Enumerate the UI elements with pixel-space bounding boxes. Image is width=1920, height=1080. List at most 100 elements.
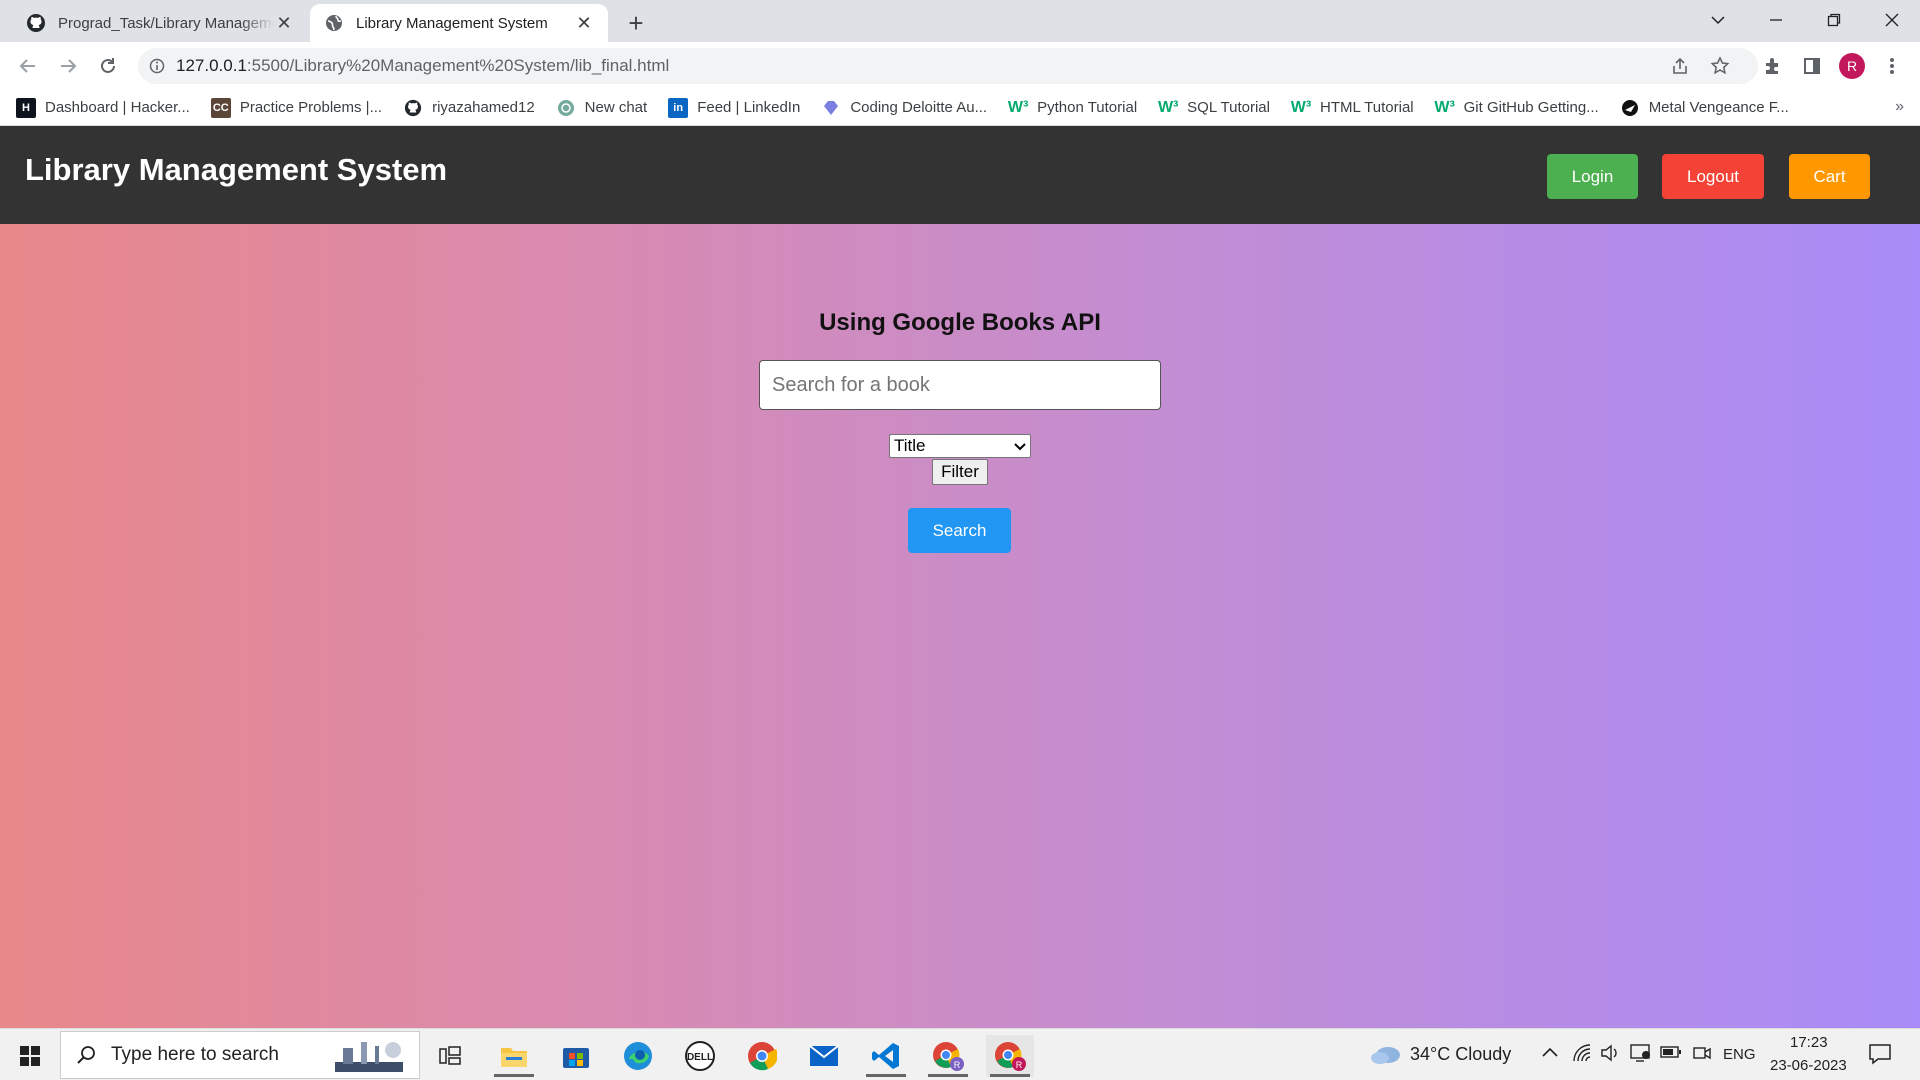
extensions-puzzle-icon[interactable] [1756,50,1788,82]
back-arrow-icon[interactable] [12,50,44,82]
vscode-icon[interactable] [862,1035,910,1077]
filter-select[interactable]: Title [889,434,1031,458]
mail-icon[interactable] [800,1035,848,1077]
bookmark-star-icon[interactable] [1702,48,1738,84]
page-title: Library Management System [25,152,448,187]
share-icon[interactable] [1662,48,1698,84]
edge-browser-icon[interactable] [614,1035,662,1077]
info-icon[interactable] [138,58,176,74]
codechef-icon: CC [210,97,231,118]
chrome-icon[interactable] [738,1035,786,1077]
tab-strip: Prograd_Task/Library Management ✕ Librar… [0,0,1920,42]
globe-icon [324,13,344,33]
bookmark-label: Python Tutorial [1037,99,1138,116]
bookmark-github[interactable]: riyazahamed12 [403,98,535,118]
taskbar-search-box[interactable]: Type here to search [60,1031,420,1079]
svg-text:R: R [1016,1060,1023,1070]
side-panel-icon[interactable] [1796,50,1828,82]
volume-icon[interactable] [1600,1043,1620,1068]
bookmark-label: riyazahamed12 [432,99,535,116]
bookmark-html-tutorial[interactable]: W³ HTML Tutorial [1291,98,1414,118]
github-icon [403,98,423,118]
svg-text:R: R [954,1060,961,1070]
weather-text[interactable]: 34°C Cloudy [1410,1044,1511,1065]
forward-arrow-icon[interactable] [52,50,84,82]
bookmark-hackerrank[interactable]: H Dashboard | Hacker... [16,97,190,118]
display-icon[interactable] [1630,1043,1652,1068]
kebab-menu-icon[interactable] [1876,50,1908,82]
book-search-input[interactable] [759,360,1161,410]
bookmark-linkedin[interactable]: in Feed | LinkedIn [668,97,800,118]
bookmark-metal-vengeance[interactable]: Metal Vengeance F... [1620,98,1789,118]
filter-selected-value: Title [894,436,926,455]
profile-avatar[interactable]: R [1836,50,1868,82]
address-bar[interactable]: 127.0.0.1:5500/Library%20Management%20Sy… [138,48,1758,84]
bookmark-git-github[interactable]: W³ Git GitHub Getting... [1434,98,1599,118]
tab-title: Library Management System [356,14,548,32]
microsoft-store-icon[interactable] [552,1035,600,1077]
bookmark-label: Git GitHub Getting... [1463,99,1599,116]
notifications-icon[interactable] [1868,1043,1892,1070]
cloudy-weather-icon[interactable] [1370,1043,1402,1070]
bookmark-label: Dashboard | Hacker... [45,99,190,116]
tab-search-icon[interactable] [1690,0,1746,40]
game-icon [1620,98,1640,118]
bookmark-label: Practice Problems |... [239,99,383,116]
chrome-profile-icon[interactable]: R [924,1035,972,1077]
search-icon [61,1045,111,1065]
bookmark-sql-tutorial[interactable]: W³ SQL Tutorial [1158,98,1270,118]
tab-prograd-task[interactable]: Prograd_Task/Library Management ✕ [12,4,308,42]
new-tab-button[interactable]: + [620,7,652,39]
wifi-icon[interactable] [1572,1043,1592,1068]
diamond-icon [821,98,841,118]
close-tab-icon[interactable]: ✕ [274,13,294,33]
profile-initial: R [1839,53,1865,79]
bookmark-label: Metal Vengeance F... [1648,99,1789,116]
more-bookmarks-chevron-icon[interactable]: » [1895,98,1904,116]
file-explorer-icon[interactable] [490,1035,538,1077]
browser-toolbar: 127.0.0.1:5500/Library%20Management%20Sy… [0,42,1920,90]
w3schools-icon: W³ [1157,98,1179,116]
w3schools-icon: W³ [1007,98,1029,116]
filter-button[interactable]: Filter [932,459,988,485]
taskbar-search-placeholder: Type here to search [111,1044,279,1065]
restore-icon[interactable] [1806,0,1862,40]
svg-text:DELL: DELL [687,1052,713,1063]
url-text: 127.0.0.1:5500/Library%20Management%20Sy… [176,56,669,76]
logout-button[interactable]: Logout [1662,154,1764,199]
tab-library-management[interactable]: Library Management System ✕ [310,4,608,42]
tab-title: Prograd_Task/Library Management [58,14,274,32]
site-header: Library Management System Login Logout C… [0,126,1920,224]
login-button[interactable]: Login [1547,154,1638,199]
task-view-icon[interactable] [426,1035,474,1077]
bookmark-python-tutorial[interactable]: W³ Python Tutorial [1008,98,1137,118]
tray-chevron-up-icon[interactable] [1542,1045,1558,1063]
windows-taskbar: Type here to search DELL R R 34°C Cloudy [0,1028,1920,1080]
w3schools-icon: W³ [1290,98,1312,116]
clock-date[interactable]: 23-06-2023 [1770,1057,1847,1074]
bookmark-codechef[interactable]: CC Practice Problems |... [210,97,383,118]
windows-start-icon[interactable] [6,1035,54,1077]
language-indicator[interactable]: ENG [1723,1046,1756,1063]
close-tab-icon[interactable]: ✕ [574,13,594,33]
bookmark-coding-deloitte[interactable]: Coding Deloitte Au... [821,98,987,118]
bookmark-new-chat[interactable]: New chat [556,98,647,118]
minimize-icon[interactable] [1748,0,1804,40]
battery-icon[interactable] [1660,1045,1682,1064]
chevron-down-icon [1014,436,1026,456]
meet-now-icon[interactable] [1692,1043,1712,1068]
search-button[interactable]: Search [908,508,1011,553]
reload-icon[interactable] [92,50,124,82]
dell-icon[interactable]: DELL [676,1035,724,1077]
close-window-icon[interactable] [1864,0,1920,40]
bookmark-label: Coding Deloitte Au... [850,99,988,116]
bookmark-label: SQL Tutorial [1187,99,1270,116]
clock-time[interactable]: 17:23 [1790,1034,1828,1051]
search-highlight-icon [331,1036,407,1080]
page-body: Library Management System Login Logout C… [0,126,1920,1028]
chrome-active-profile-icon[interactable]: R [986,1035,1034,1077]
cart-button[interactable]: Cart [1789,154,1870,199]
api-heading: Using Google Books API [819,309,1101,336]
linkedin-icon: in [668,97,689,118]
w3schools-icon: W³ [1434,98,1455,116]
